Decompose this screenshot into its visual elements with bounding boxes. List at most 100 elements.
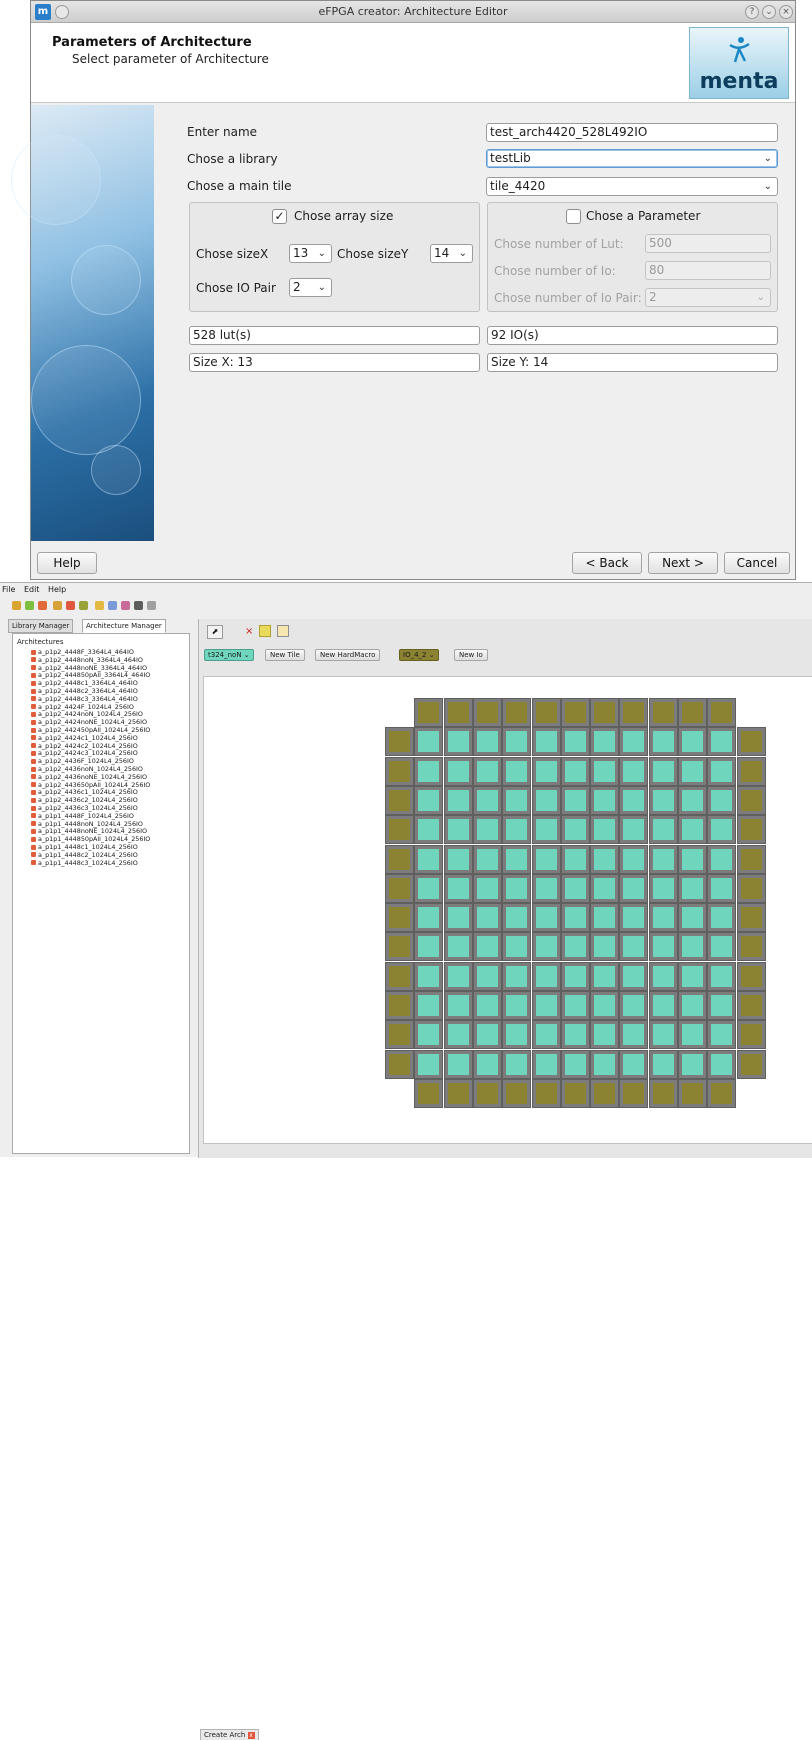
- logic-tile[interactable]: [619, 727, 649, 757]
- tree-item-architecture[interactable]: a_p1p2_4448F_3364L4_464IO: [31, 648, 134, 656]
- simulate-icon[interactable]: [121, 601, 130, 610]
- logic-tile[interactable]: [678, 815, 707, 845]
- io-tile[interactable]: [736, 785, 766, 815]
- logic-tile[interactable]: [414, 903, 444, 933]
- size-y-select[interactable]: 14 ⌄: [430, 244, 473, 263]
- io-tile[interactable]: [736, 844, 766, 874]
- logic-tile[interactable]: [531, 991, 561, 1020]
- io-tile[interactable]: [736, 727, 766, 757]
- logic-tile[interactable]: [531, 815, 561, 845]
- logic-tile[interactable]: [414, 1049, 444, 1079]
- tree-item-architecture[interactable]: a_p1p2_444850pAll_3364L4_464IO: [31, 671, 150, 679]
- io-tile[interactable]: [472, 1078, 502, 1108]
- logic-tile[interactable]: [443, 961, 473, 991]
- tree-item-architecture[interactable]: a_p1p2_4448noN_3364L4_464IO: [31, 656, 143, 664]
- logic-tile[interactable]: [678, 903, 707, 933]
- tree-item-architecture[interactable]: a_p1p1_4448F_1024L4_256IO: [31, 812, 134, 820]
- logic-tile[interactable]: [648, 903, 678, 933]
- tree-item-architecture[interactable]: a_p1p1_4448c3_1024L4_256IO: [31, 859, 138, 867]
- logic-tile[interactable]: [590, 873, 620, 903]
- menu-help[interactable]: Help: [48, 585, 66, 594]
- logic-tile[interactable]: [590, 844, 620, 874]
- logic-tile[interactable]: [502, 1020, 532, 1050]
- logic-tile[interactable]: [648, 815, 678, 845]
- open-icon[interactable]: [53, 601, 62, 610]
- logic-tile[interactable]: [619, 961, 649, 991]
- logic-tile[interactable]: [443, 727, 473, 757]
- help-icon[interactable]: ?: [745, 5, 759, 19]
- logic-tile[interactable]: [531, 1020, 561, 1050]
- logic-tile[interactable]: [590, 991, 620, 1020]
- tree-item-architecture[interactable]: a_p1p2_4448c2_3364L4_464IO: [31, 687, 138, 695]
- cursor-tool-icon[interactable]: ⬈: [207, 625, 223, 639]
- io-tile[interactable]: [385, 932, 414, 962]
- logic-tile[interactable]: [678, 873, 707, 903]
- logic-tile[interactable]: [443, 785, 473, 815]
- close-icon[interactable]: ×: [779, 5, 793, 19]
- logic-tile[interactable]: [560, 756, 590, 786]
- logic-tile[interactable]: [414, 727, 444, 757]
- logic-tile[interactable]: [707, 815, 737, 845]
- logic-tile[interactable]: [707, 903, 737, 933]
- logic-tile[interactable]: [590, 903, 620, 933]
- menu-edit[interactable]: Edit: [24, 585, 40, 594]
- io-tile[interactable]: [707, 698, 737, 727]
- logic-tile[interactable]: [502, 756, 532, 786]
- tree-item-architecture[interactable]: a_p1p2_4436c2_1024L4_256IO: [31, 796, 138, 804]
- io-tile[interactable]: [736, 756, 766, 786]
- io-tile[interactable]: [531, 698, 561, 727]
- tree-item-architecture[interactable]: a_p1p2_4436F_1024L4_256IO: [31, 757, 134, 765]
- main-tile-select[interactable]: tile_4420 ⌄: [486, 177, 778, 196]
- settings-icon[interactable]: [147, 601, 156, 610]
- io-select[interactable]: IO_4_2 ⌄: [399, 649, 439, 661]
- io-tile[interactable]: [619, 1078, 649, 1108]
- logic-tile[interactable]: [648, 1020, 678, 1050]
- logic-tile[interactable]: [619, 991, 649, 1020]
- new-library-icon[interactable]: [12, 601, 21, 610]
- io-tile[interactable]: [443, 698, 473, 727]
- logic-tile[interactable]: [678, 844, 707, 874]
- logic-tile[interactable]: [502, 873, 532, 903]
- logic-tile[interactable]: [472, 873, 502, 903]
- logic-tile[interactable]: [590, 961, 620, 991]
- io-tile[interactable]: [678, 698, 707, 727]
- io-tile[interactable]: [385, 1020, 414, 1050]
- io-tile[interactable]: [414, 698, 444, 727]
- io-tile[interactable]: [736, 932, 766, 962]
- tree-item-architecture[interactable]: a_p1p2_4436noN_1024L4_256IO: [31, 765, 143, 773]
- io-tile[interactable]: [736, 991, 766, 1020]
- logic-tile[interactable]: [531, 727, 561, 757]
- logic-tile[interactable]: [648, 844, 678, 874]
- num-io-field[interactable]: 80: [645, 261, 771, 280]
- logic-tile[interactable]: [414, 961, 444, 991]
- logic-tile[interactable]: [619, 815, 649, 845]
- help-button[interactable]: Help: [37, 552, 97, 574]
- io-tile[interactable]: [414, 1078, 444, 1108]
- tree-item-architecture[interactable]: a_p1p2_443650pAll_1024L4_256IO: [31, 781, 150, 789]
- logic-tile[interactable]: [443, 1020, 473, 1050]
- tab-library-manager[interactable]: Library Manager: [8, 619, 74, 633]
- logic-tile[interactable]: [443, 903, 473, 933]
- logic-tile[interactable]: [678, 785, 707, 815]
- next-button[interactable]: Next >: [648, 552, 718, 574]
- name-field[interactable]: test_arch4420_528L492IO: [486, 123, 778, 142]
- logic-tile[interactable]: [678, 1049, 707, 1079]
- logic-tile[interactable]: [678, 991, 707, 1020]
- logic-tile[interactable]: [472, 991, 502, 1020]
- logic-tile[interactable]: [648, 991, 678, 1020]
- parameter-checkbox[interactable]: [566, 209, 581, 224]
- num-lut-field[interactable]: 500: [645, 234, 771, 253]
- logic-tile[interactable]: [443, 844, 473, 874]
- logic-tile[interactable]: [531, 873, 561, 903]
- minimize-icon[interactable]: ⌄: [762, 5, 776, 19]
- logic-tile[interactable]: [472, 932, 502, 962]
- io-tile[interactable]: [385, 873, 414, 903]
- logic-tile[interactable]: [531, 1049, 561, 1079]
- logic-tile[interactable]: [619, 903, 649, 933]
- logic-tile[interactable]: [590, 1020, 620, 1050]
- tree-item-architecture[interactable]: a_p1p2_4448noNE_3364L4_464IO: [31, 664, 147, 672]
- tree-item-architecture[interactable]: a_p1p1_4448noN_1024L4_256IO: [31, 820, 143, 828]
- logic-tile[interactable]: [531, 903, 561, 933]
- tree-item-architecture[interactable]: a_p1p1_444850pAll_1024L4_256IO: [31, 835, 150, 843]
- cancel-button[interactable]: Cancel: [724, 552, 790, 574]
